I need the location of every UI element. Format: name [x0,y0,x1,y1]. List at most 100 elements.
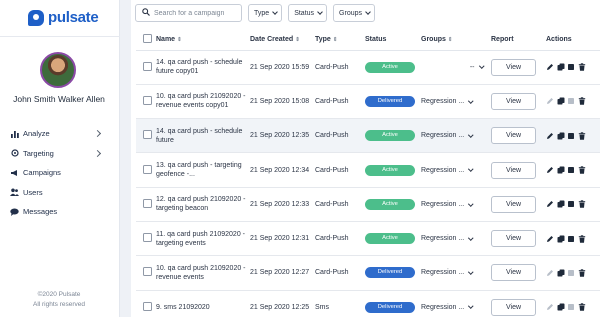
view-report-button[interactable]: View [491,298,536,316]
delete-icon[interactable] [578,97,586,106]
sidebar-item-label: Messages [23,207,58,217]
select-all-checkbox[interactable] [143,34,152,44]
campaign-name[interactable]: 10. qa card push 21092020 - revenue even… [156,264,250,282]
groups-value: -- [469,63,475,71]
view-report-button[interactable]: View [491,58,536,76]
duplicate-icon[interactable] [557,97,565,105]
name-column-header[interactable]: Name ⇕ [156,30,250,51]
groups-filter-dropdown[interactable]: Groups [333,4,376,22]
edit-icon[interactable] [546,166,554,174]
sidebar-item-targeting[interactable]: Targeting [10,144,110,164]
campaign-name[interactable]: 9. sms 21092020 [156,303,250,312]
campaign-name[interactable]: 14. qa card push - schedule future copy0… [156,58,250,76]
table-row[interactable]: 14. qa card push - schedule future 21 Sep… [136,118,600,154]
edit-icon[interactable] [546,63,554,71]
date-created: 21 Sep 2020 15:59 [250,50,315,85]
duplicate-icon[interactable] [557,235,565,243]
edit-icon[interactable] [546,200,554,208]
delete-icon[interactable] [578,303,586,312]
delete-icon[interactable] [578,234,586,243]
view-report-button[interactable]: View [491,127,536,145]
search-box[interactable] [135,4,242,22]
delete-icon[interactable] [578,200,586,209]
duplicate-icon[interactable] [557,63,565,71]
chevron-down-icon [317,9,323,15]
edit-icon[interactable] [546,132,554,140]
view-report-button[interactable]: View [491,161,536,179]
campaign-name[interactable]: 12. qa card push 21092020 - targeting be… [156,195,250,213]
campaign-name[interactable]: 14. qa card push - schedule future [156,127,250,145]
type-column-header[interactable]: Type ⇕ [315,30,365,51]
row-checkbox[interactable] [143,164,152,174]
stop-icon[interactable] [567,132,575,140]
duplicate-icon[interactable] [557,166,565,174]
stop-icon[interactable] [567,303,575,311]
stop-icon[interactable] [567,200,575,208]
date-column-header[interactable]: Date Created ⇕ [250,30,315,51]
view-report-button[interactable]: View [491,92,536,110]
view-report-button[interactable]: View [491,195,536,213]
row-checkbox[interactable] [143,130,152,140]
sidebar-item-analyze[interactable]: Analyze [10,124,110,144]
groups-dropdown[interactable]: Regression ... [421,304,491,311]
row-checkbox[interactable] [143,233,152,243]
duplicate-icon[interactable] [557,269,565,277]
groups-dropdown[interactable]: -- [421,64,491,71]
edit-icon[interactable] [546,303,554,311]
groups-dropdown[interactable]: Regression ... [421,167,491,174]
groups-column-header[interactable]: Groups ⇕ [421,30,491,51]
sidebar-item-messages[interactable]: Messages [10,202,110,222]
view-report-button[interactable]: View [491,230,536,248]
groups-dropdown[interactable]: Regression ... [421,201,491,208]
duplicate-icon[interactable] [557,303,565,311]
table-row[interactable]: 14. qa card push - schedule future copy0… [136,50,600,85]
delete-icon[interactable] [578,132,586,140]
table-row[interactable]: 10. qa card push 21092020 - revenue even… [136,84,600,120]
stop-icon[interactable] [567,63,575,71]
edit-icon[interactable] [546,235,554,243]
rights-text: All rights reserved [32,301,86,308]
campaign-type: Card-Push [315,84,365,120]
groups-dropdown[interactable]: Regression ... [421,132,491,139]
table-row[interactable]: 9. sms 21092020 21 Sep 2020 12:25 Sms Deliv… [136,290,600,317]
view-report-button[interactable]: View [491,264,536,282]
table-row[interactable]: 12. qa card push 21092020 - targeting be… [136,187,600,222]
sidebar-item-users[interactable]: Users [10,183,110,203]
pulsate-logo[interactable]: pulsate [28,9,99,26]
sidebar-item-campaigns[interactable]: Campaigns [10,163,110,183]
row-checkbox[interactable] [143,61,152,71]
stop-icon[interactable] [567,269,575,277]
duplicate-icon[interactable] [557,200,565,208]
campaign-type: Card-Push [315,187,365,222]
search-input[interactable] [154,9,239,17]
delete-icon[interactable] [578,166,586,174]
row-checkbox[interactable] [143,301,152,311]
row-checkbox[interactable] [143,95,152,105]
campaign-name[interactable]: 11. qa card push 21092020 - targeting ev… [156,230,250,248]
avatar[interactable] [40,52,76,88]
row-actions [546,166,600,174]
crosshair-icon [10,149,19,158]
status-filter-dropdown[interactable]: Status [288,4,328,22]
edit-icon[interactable] [546,97,554,105]
stop-icon[interactable] [567,97,575,105]
delete-icon[interactable] [578,63,586,71]
groups-dropdown[interactable]: Regression ... [421,235,491,242]
row-checkbox[interactable] [143,267,152,277]
duplicate-icon[interactable] [557,132,565,140]
groups-dropdown[interactable]: Regression ... [421,269,491,276]
table-row[interactable]: 13. qa card push - targeting geofence -.… [136,152,600,188]
groups-dropdown[interactable]: Regression ... [421,98,491,105]
campaign-name[interactable]: 13. qa card push - targeting geofence -.… [156,161,250,179]
delete-icon[interactable] [578,269,586,277]
stop-icon[interactable] [567,166,575,174]
campaign-name[interactable]: 10. qa card push 21092020 - revenue even… [156,92,250,110]
edit-icon[interactable] [546,269,554,277]
chevron-down-icon [365,9,371,15]
table-row[interactable]: 11. qa card push 21092020 - targeting ev… [136,221,600,257]
chevron-down-icon [468,132,474,138]
row-checkbox[interactable] [143,198,152,208]
stop-icon[interactable] [567,235,575,243]
type-filter-dropdown[interactable]: Type [248,4,283,22]
table-row[interactable]: 10. qa card push 21092020 - revenue even… [136,255,600,291]
